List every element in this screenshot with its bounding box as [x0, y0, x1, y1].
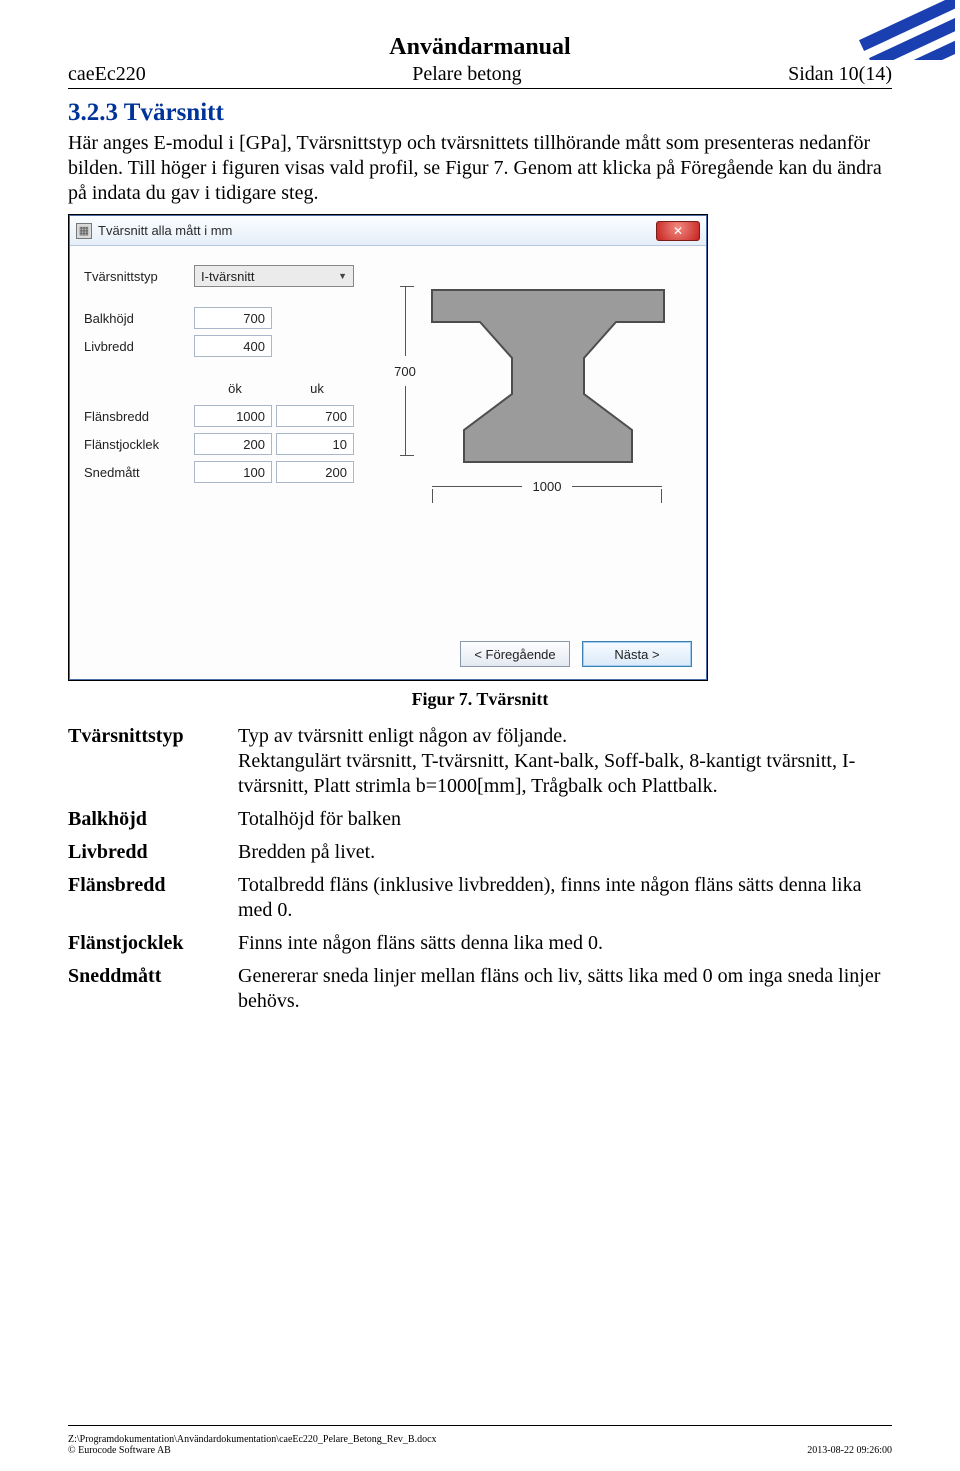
header-rule — [68, 88, 892, 89]
table-row: Flänsbredd Totalbredd fläns (inklusive l… — [68, 869, 892, 927]
tvarsnittstyp-combobox[interactable]: I-tvärsnitt ▼ — [194, 265, 354, 287]
desc-balkhojd: Totalhöjd för balken — [238, 803, 892, 836]
section-paragraph: Här anges E-modul i [GPa], Tvärsnittstyp… — [68, 131, 892, 206]
app-icon: ▦ — [76, 223, 92, 239]
form: Tvärsnittstyp I-tvärsnitt ▼ Balkhöjd 700… — [84, 262, 384, 486]
term-flansbredd: Flänsbredd — [68, 869, 238, 927]
chevron-down-icon: ▼ — [338, 271, 347, 281]
col-header-uk: uk — [276, 381, 358, 396]
label-flanstjocklek: Flänstjocklek — [84, 437, 194, 452]
desc-tvarsnittstyp: Typ av tvärsnitt enligt någon av följand… — [238, 720, 892, 803]
header-right: Sidan 10(14) — [788, 63, 892, 86]
dialog-screenshot: ▦ Tvärsnitt alla mått i mm ✕ Tvärsnittst… — [68, 214, 708, 681]
table-row: Livbredd Bredden på livet. — [68, 836, 892, 869]
next-button[interactable]: Nästa > — [582, 641, 692, 667]
dialog-title: Tvärsnitt alla mått i mm — [98, 223, 232, 238]
flansbredd-ok-input[interactable]: 1000 — [194, 405, 272, 427]
label-snedmatt: Snedmått — [84, 465, 194, 480]
snedmatt-ok-input[interactable]: 100 — [194, 461, 272, 483]
table-row: Tvärsnittstyp Typ av tvärsnitt enligt nå… — [68, 720, 892, 803]
header-left: caeEc220 — [68, 63, 146, 86]
section-heading: 3.2.3 Tvärsnitt — [68, 99, 892, 127]
label-flansbredd: Flänsbredd — [84, 409, 194, 424]
label-livbredd: Livbredd — [84, 339, 194, 354]
prev-button[interactable]: < Föregående — [460, 641, 570, 667]
livbredd-input[interactable]: 400 — [194, 335, 272, 357]
footer: Z:\Programdokumentation\Användardokument… — [68, 1434, 892, 1456]
close-icon: ✕ — [673, 225, 683, 237]
close-button[interactable]: ✕ — [656, 221, 700, 241]
i-section-shape — [428, 286, 668, 466]
label-balkhojd: Balkhöjd — [84, 311, 194, 326]
term-tvarsnittstyp: Tvärsnittstyp — [68, 720, 238, 803]
table-row: Balkhöjd Totalhöjd för balken — [68, 803, 892, 836]
header-center: Pelare betong — [146, 63, 788, 86]
footer-path: Z:\Programdokumentation\Användardokument… — [68, 1434, 892, 1445]
table-row: Sneddmått Genererar sneda linjer mellan … — [68, 960, 892, 1018]
desc-livbredd: Bredden på livet. — [238, 836, 892, 869]
brand-logo — [845, 0, 955, 60]
doc-title: Användarmanual — [68, 34, 892, 61]
col-header-ok: ök — [194, 381, 276, 396]
combobox-value: I-tvärsnitt — [201, 269, 254, 284]
footer-rule — [68, 1425, 892, 1426]
definitions-table: Tvärsnittstyp Typ av tvärsnitt enligt nå… — [68, 720, 892, 1018]
profile-drawing: 700 1000 — [390, 276, 680, 536]
header-row: caeEc220 Pelare betong Sidan 10(14) — [68, 63, 892, 86]
term-balkhojd: Balkhöjd — [68, 803, 238, 836]
term-sneddmatt: Sneddmått — [68, 960, 238, 1018]
figure-caption: Figur 7. Tvärsnitt — [68, 689, 892, 710]
flanstjocklek-uk-input[interactable]: 10 — [276, 433, 354, 455]
desc-flansbredd: Totalbredd fläns (inklusive livbredden),… — [238, 869, 892, 927]
footer-copyright: © Eurocode Software AB — [68, 1445, 171, 1456]
desc-flanstjocklek: Finns inte någon fläns sätts denna lika … — [238, 927, 892, 960]
flansbredd-uk-input[interactable]: 700 — [276, 405, 354, 427]
flanstjocklek-ok-input[interactable]: 200 — [194, 433, 272, 455]
snedmatt-uk-input[interactable]: 200 — [276, 461, 354, 483]
balkhojd-input[interactable]: 700 — [194, 307, 272, 329]
term-livbredd: Livbredd — [68, 836, 238, 869]
term-flanstjocklek: Flänstjocklek — [68, 927, 238, 960]
label-tvarsnittstyp: Tvärsnittstyp — [84, 269, 194, 284]
desc-sneddmatt: Genererar sneda linjer mellan fläns och … — [238, 960, 892, 1018]
table-row: Flänstjocklek Finns inte någon fläns sät… — [68, 927, 892, 960]
footer-timestamp: 2013-08-22 09:26:00 — [807, 1445, 892, 1456]
titlebar: ▦ Tvärsnitt alla mått i mm ✕ — [70, 216, 706, 246]
